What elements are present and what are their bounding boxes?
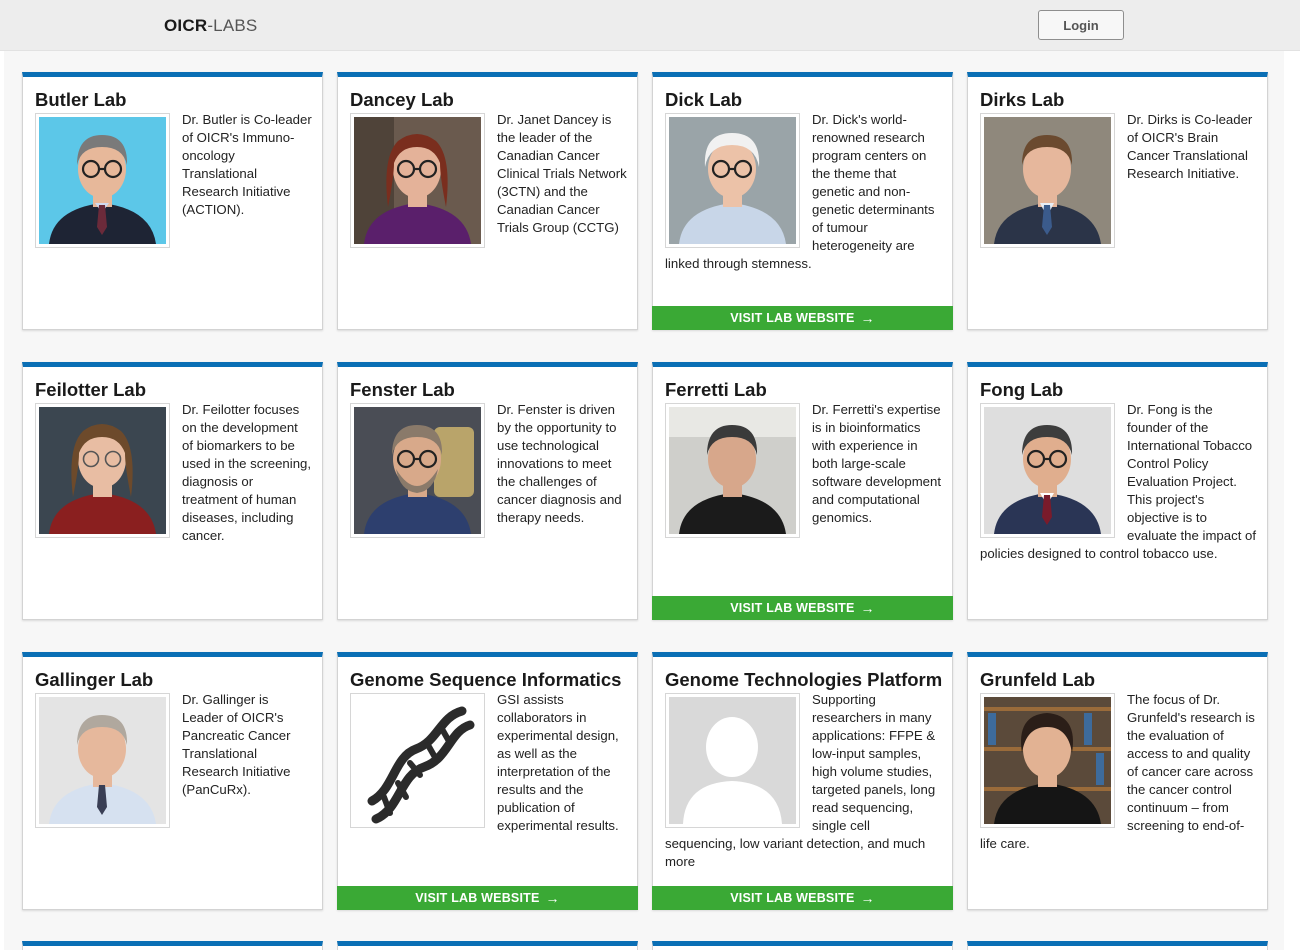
lab-card-body: Dirks Lab Dr. Dirks is Co-leader of OICR… bbox=[980, 89, 1257, 299]
lab-card-body: Butler Lab Dr. Butler is Co-leader of OI… bbox=[35, 89, 312, 299]
lab-title[interactable]: Gallinger Lab bbox=[35, 669, 312, 691]
lab-card-body: Dick Lab Dr. Dick's world-renowned resea… bbox=[665, 89, 942, 299]
lab-card[interactable]: Fenster Lab Dr. Fenster is driven by the… bbox=[337, 362, 638, 620]
lab-card-body: Dancey Lab Dr. Janet Dancey is the leade… bbox=[350, 89, 627, 299]
lab-title[interactable]: Fenster Lab bbox=[350, 379, 627, 401]
lab-title[interactable]: Butler Lab bbox=[35, 89, 312, 111]
arrow-right-icon: → bbox=[860, 600, 875, 616]
lab-title[interactable]: Grunfeld Lab bbox=[980, 669, 1257, 691]
lab-card-body: Gallinger Lab Dr. Gallinger is Leader of… bbox=[35, 669, 312, 879]
lab-card[interactable]: Fong Lab Dr. Fong is the founder of the … bbox=[967, 362, 1268, 620]
lab-photo bbox=[665, 403, 800, 538]
labs-grid: Butler Lab Dr. Butler is Co-leader of OI… bbox=[4, 51, 1284, 950]
lab-card[interactable]: Genome Sequence Informatics GSI assists … bbox=[337, 652, 638, 910]
top-navbar: OICR-LABS Login bbox=[0, 0, 1300, 51]
lab-card[interactable]: Grunfeld Lab The focus of Dr. Grunfeld's… bbox=[967, 652, 1268, 910]
arrow-right-icon: → bbox=[860, 890, 875, 906]
lab-card-body: Feilotter Lab Dr. Feilotter focuses on t… bbox=[35, 379, 312, 589]
lab-title[interactable]: Fong Lab bbox=[980, 379, 1257, 401]
visit-lab-website-button[interactable]: VISIT LAB WEBSITE → bbox=[337, 886, 638, 910]
lab-card[interactable]: Genome Technologies Platform Supporting … bbox=[652, 652, 953, 910]
visit-lab-website-button[interactable]: VISIT LAB WEBSITE → bbox=[652, 306, 953, 330]
lab-card-body: Grunfeld Lab The focus of Dr. Grunfeld's… bbox=[980, 669, 1257, 879]
dna-helix-icon bbox=[350, 693, 485, 828]
lab-photo bbox=[980, 693, 1115, 828]
lab-card-body: Ferretti Lab Dr. Ferretti's expertise is… bbox=[665, 379, 942, 589]
lab-title[interactable]: Ferretti Lab bbox=[665, 379, 942, 401]
lab-card[interactable]: Ferretti Lab Dr. Ferretti's expertise is… bbox=[652, 362, 953, 620]
arrow-right-icon: → bbox=[545, 890, 560, 906]
lab-card-body: Genome Technologies Platform Supporting … bbox=[665, 669, 942, 879]
visit-label: VISIT LAB WEBSITE bbox=[730, 311, 855, 325]
lab-title[interactable]: Genome Technologies Platform bbox=[665, 669, 942, 691]
lab-photo bbox=[35, 113, 170, 248]
lab-card-partial bbox=[652, 941, 953, 950]
lab-card-partial bbox=[967, 941, 1268, 950]
lab-card[interactable]: Dirks Lab Dr. Dirks is Co-leader of OICR… bbox=[967, 72, 1268, 330]
lab-photo bbox=[980, 403, 1115, 538]
lab-card-body: Fenster Lab Dr. Fenster is driven by the… bbox=[350, 379, 627, 589]
lab-photo bbox=[350, 403, 485, 538]
visit-label: VISIT LAB WEBSITE bbox=[730, 891, 855, 905]
lab-photo bbox=[35, 403, 170, 538]
lab-card[interactable]: Feilotter Lab Dr. Feilotter focuses on t… bbox=[22, 362, 323, 620]
login-button[interactable]: Login bbox=[1038, 10, 1124, 40]
brand-bold: OICR bbox=[164, 16, 208, 35]
lab-photo bbox=[980, 113, 1115, 248]
placeholder-person-icon bbox=[665, 693, 800, 828]
lab-title[interactable]: Genome Sequence Informatics bbox=[350, 669, 627, 691]
visit-lab-website-button[interactable]: VISIT LAB WEBSITE → bbox=[652, 886, 953, 910]
brand-rest: -LABS bbox=[207, 16, 258, 35]
visit-label: VISIT LAB WEBSITE bbox=[730, 601, 855, 615]
visit-lab-website-button[interactable]: VISIT LAB WEBSITE → bbox=[652, 596, 953, 620]
lab-card[interactable]: Dick Lab Dr. Dick's world-renowned resea… bbox=[652, 72, 953, 330]
lab-title[interactable]: Dick Lab bbox=[665, 89, 942, 111]
lab-photo bbox=[350, 113, 485, 248]
lab-card-partial bbox=[337, 941, 638, 950]
lab-card[interactable]: Gallinger Lab Dr. Gallinger is Leader of… bbox=[22, 652, 323, 910]
lab-card-partial bbox=[22, 941, 323, 950]
lab-photo bbox=[35, 693, 170, 828]
lab-photo bbox=[665, 113, 800, 248]
brand-logo[interactable]: OICR-LABS bbox=[164, 16, 257, 36]
lab-card-body: Genome Sequence Informatics GSI assists … bbox=[350, 669, 627, 879]
arrow-right-icon: → bbox=[860, 310, 875, 326]
lab-title[interactable]: Dirks Lab bbox=[980, 89, 1257, 111]
lab-title[interactable]: Feilotter Lab bbox=[35, 379, 312, 401]
lab-card[interactable]: Dancey Lab Dr. Janet Dancey is the leade… bbox=[337, 72, 638, 330]
lab-card-body: Fong Lab Dr. Fong is the founder of the … bbox=[980, 379, 1257, 589]
lab-title[interactable]: Dancey Lab bbox=[350, 89, 627, 111]
visit-label: VISIT LAB WEBSITE bbox=[415, 891, 540, 905]
lab-card[interactable]: Butler Lab Dr. Butler is Co-leader of OI… bbox=[22, 72, 323, 330]
